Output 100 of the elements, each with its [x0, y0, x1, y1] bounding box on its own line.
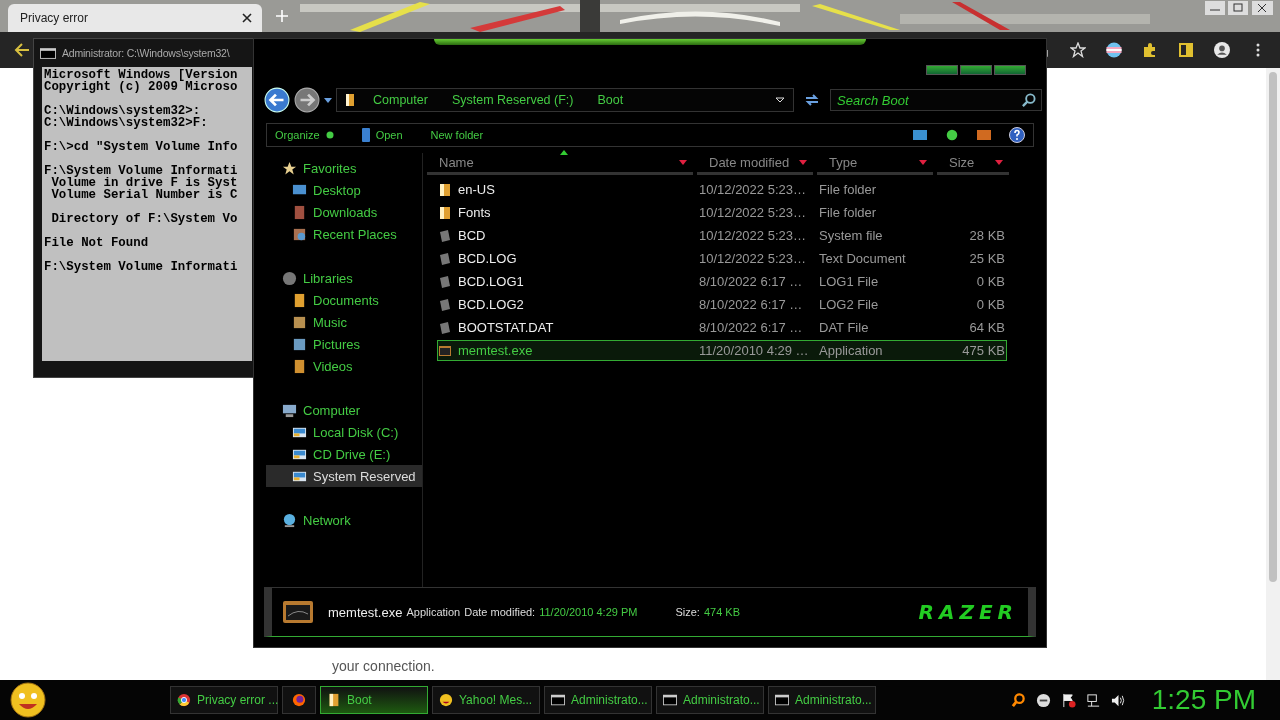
scrollbar[interactable]	[1266, 68, 1280, 680]
start-icon[interactable]	[10, 682, 46, 718]
star-icon[interactable]	[1070, 42, 1086, 58]
preview-pane-icon[interactable]	[977, 129, 991, 141]
file-row[interactable]: BCD.LOG1 8/10/2022 6:17 … LOG1 File 0 KB	[437, 271, 1007, 292]
document-icon	[292, 292, 307, 308]
music-icon	[292, 314, 307, 330]
taskbar-button[interactable]: Administrato...	[768, 686, 876, 714]
file-row[interactable]: en-US 10/12/2022 5:23… File folder	[437, 179, 1007, 200]
toolbar-button[interactable]: New folder	[430, 129, 484, 141]
file-row[interactable]: BCD.LOG 10/12/2022 5:23… Text Document 25 KB	[437, 248, 1007, 269]
size-cell: 28 KB	[969, 228, 1005, 243]
taskbar-button[interactable]: Administrato...	[656, 686, 764, 714]
console-line: F:\System Volume Informati	[44, 165, 238, 177]
messenger-icon[interactable]	[1035, 692, 1051, 708]
breadcrumb[interactable]: Computer	[373, 93, 428, 107]
breadcrumb[interactable]: System Reserved (F:)	[451, 93, 574, 107]
type-cell-text: File folder	[819, 205, 878, 220]
globe-icon	[282, 512, 297, 528]
column-header[interactable]: Date modified	[697, 153, 813, 175]
sidebar-item[interactable]: Computer	[266, 399, 422, 421]
taskbar-button[interactable]: Privacy error ...	[170, 686, 278, 714]
extensions-icon[interactable]	[1142, 42, 1158, 58]
close-icon[interactable]	[242, 13, 252, 23]
sidebar-item[interactable]: Music	[266, 311, 422, 333]
file-type: Application	[406, 606, 461, 618]
clock[interactable]: 1:25 PM	[1151, 684, 1256, 716]
help-icon[interactable]	[1009, 127, 1025, 143]
window-controls-icon[interactable]	[926, 65, 1026, 75]
type-cell-text: System file	[819, 228, 884, 243]
browser-tab[interactable]: Privacy error	[8, 4, 262, 32]
application-icon	[438, 343, 452, 358]
file-icon	[438, 251, 452, 266]
recent-icon	[292, 226, 307, 242]
file-row[interactable]: memtest.exe 11/20/2010 4:29 … Application 475 KB	[437, 340, 1007, 361]
folder-icon	[438, 205, 452, 220]
browser-icon	[177, 693, 191, 707]
sidebar-item[interactable]: Favorites	[266, 157, 422, 179]
book-icon	[361, 128, 370, 142]
size-cell: 0 KB	[976, 297, 1005, 312]
refresh-icon[interactable]	[804, 92, 820, 108]
column-header[interactable]: Type	[817, 153, 933, 175]
taskbar-button[interactable]: Boot	[320, 686, 428, 714]
sidebar-item[interactable]: Network	[266, 509, 422, 531]
file-row[interactable]: Fonts 10/12/2022 5:23… File folder	[437, 202, 1007, 223]
file-name: BCD.LOG1	[458, 274, 524, 289]
console-icon	[775, 693, 789, 707]
toolbar-button[interactable]: Organize	[275, 129, 334, 141]
column-header[interactable]: Size	[937, 153, 1009, 175]
sidebar-item[interactable]: Pictures	[266, 333, 422, 355]
type-cell-text: File folder	[819, 182, 878, 197]
profile-icon[interactable]	[1214, 42, 1230, 58]
date-cell-text: 8/10/2022 6:17 …	[698, 274, 804, 289]
sidebar-item[interactable]: Libraries	[266, 267, 422, 289]
flag-icon[interactable]	[1060, 692, 1076, 708]
sidebar-item[interactable]: CD Drive (E:)	[266, 443, 422, 465]
sidebar-item[interactable]: System Reserved	[266, 465, 422, 487]
side-panel-icon[interactable]	[1178, 42, 1194, 58]
console-line: Copyright (c) 2009 Microso	[44, 81, 238, 93]
console-line: C:\Windows\system32>:	[44, 105, 201, 117]
computer-icon	[282, 402, 297, 418]
new-tab-icon[interactable]	[276, 10, 288, 22]
breadcrumb[interactable]: Boot	[597, 93, 624, 107]
console-icon	[40, 47, 56, 59]
field-label: Date modified:	[464, 606, 536, 618]
view-icon[interactable]	[913, 129, 927, 141]
forward-icon[interactable]	[294, 87, 320, 113]
address-bar[interactable]: Computer System Reserved (F:) Boot	[336, 88, 794, 112]
volume-icon[interactable]	[1110, 692, 1126, 708]
file-name: BCD.LOG2	[458, 297, 524, 312]
field-label: Size:	[675, 606, 700, 618]
size-cell: 64 KB	[969, 320, 1005, 335]
file-row[interactable]: BCD 10/12/2022 5:23… System file 28 KB	[437, 225, 1007, 246]
file-row[interactable]: BCD.LOG2 8/10/2022 6:17 … LOG2 File 0 KB	[437, 294, 1007, 315]
sidebar-item[interactable]: Documents	[266, 289, 422, 311]
taskbar-button[interactable]: Administrato...	[544, 686, 652, 714]
flag-icon[interactable]	[1106, 42, 1122, 58]
taskbar-button[interactable]: Yahoo! Mes...	[432, 686, 540, 714]
console-line: File Not Found	[44, 237, 149, 249]
sidebar-item[interactable]: Downloads	[266, 201, 422, 223]
taskbar-button[interactable]	[282, 686, 316, 714]
file-icon	[438, 274, 452, 289]
sidebar-item[interactable]: Desktop	[266, 179, 422, 201]
date-cell-text: 10/12/2022 5:23…	[698, 228, 807, 243]
file-name: memtest.exe	[328, 604, 403, 620]
console-line: F:\System Volume Informati	[44, 261, 238, 273]
back-icon[interactable]	[14, 42, 30, 58]
application-icon	[282, 598, 314, 626]
column-header[interactable]: Name	[427, 153, 693, 175]
search-field[interactable]: Search Boot	[830, 89, 1042, 111]
sidebar-item[interactable]: Local Disk (C:)	[266, 421, 422, 443]
window-title: Administrator: C:\Windows\system32\	[62, 47, 230, 59]
size-cell: 0 KB	[976, 274, 1005, 289]
sidebar-item[interactable]: Videos	[266, 355, 422, 377]
network-icon[interactable]	[1085, 692, 1101, 708]
file-row[interactable]: BOOTSTAT.DAT 8/10/2022 6:17 … DAT File 64 KB	[437, 317, 1007, 338]
file-name: BOOTSTAT.DAT	[458, 320, 554, 335]
sidebar-item[interactable]: Recent Places	[266, 223, 422, 245]
toolbar-button[interactable]: Open	[361, 128, 403, 142]
search-icon[interactable]	[1010, 692, 1026, 708]
